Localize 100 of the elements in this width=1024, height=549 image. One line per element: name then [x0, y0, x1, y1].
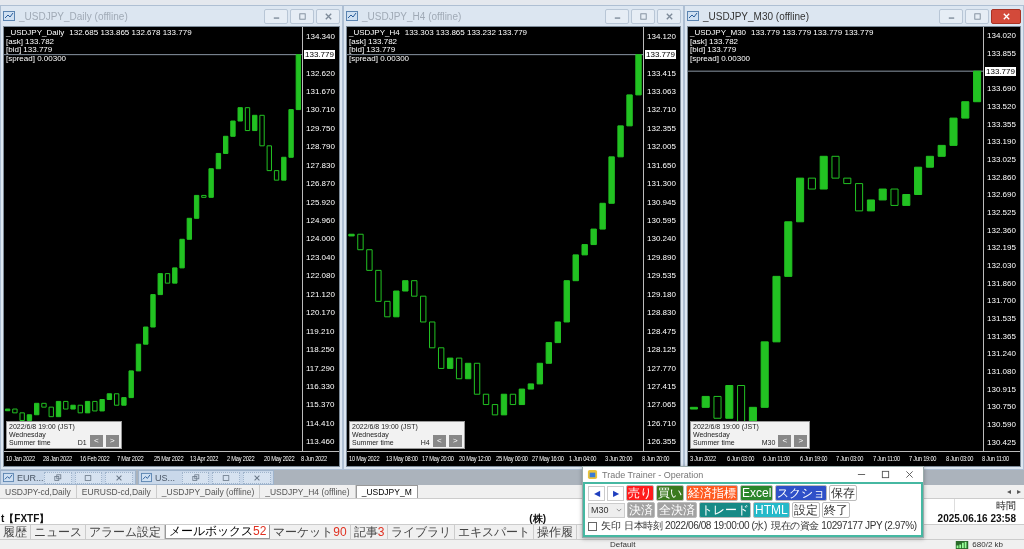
price-info: [spread] 0.00300 [349, 54, 410, 63]
price-label: 133.355 [987, 119, 1016, 129]
candle [713, 395, 722, 419]
close-button[interactable] [105, 471, 133, 484]
price-label: 126.710 [647, 418, 676, 428]
price-label: 130.595 [647, 216, 676, 226]
price-label: 127.065 [647, 400, 676, 410]
timeframe-dropdown[interactable]: M30 [588, 502, 625, 518]
candle [599, 202, 606, 230]
scroll-left-button[interactable]: ◂ [1004, 485, 1014, 498]
restore-icon [53, 473, 62, 482]
chart-icon [346, 10, 358, 22]
candle [411, 280, 418, 297]
close-button[interactable] [991, 8, 1021, 24]
candle [949, 117, 958, 146]
price-label: 124.960 [306, 216, 335, 226]
minimized-window[interactable]: US... [138, 470, 274, 485]
maximize-button[interactable] [631, 8, 655, 24]
candle [554, 321, 561, 344]
previous-button[interactable]: < [778, 435, 792, 447]
chart-tab[interactable]: EURUSD-cd,Daily [76, 485, 157, 498]
symbol-name: _USDJPY_M30 [690, 29, 747, 37]
candle [937, 144, 946, 157]
price-label: 121.120 [306, 289, 335, 299]
close-button[interactable] [657, 8, 681, 24]
price-label: 133.025 [987, 155, 1016, 164]
symbol-name: _USDJPY_H4 [349, 29, 400, 37]
chart-tab[interactable]: _USDJPY_Daily (offline) [156, 485, 261, 498]
price-label: 132.030 [987, 261, 1016, 270]
maximize-button[interactable] [965, 8, 989, 24]
action-button[interactable]: 設定 [791, 502, 820, 518]
scroll-right-button[interactable]: ▸ [1014, 485, 1024, 498]
maximize-button[interactable] [212, 471, 241, 484]
restore-button[interactable] [181, 471, 210, 484]
price-label: 131.240 [987, 349, 1016, 359]
candle [784, 221, 793, 277]
price-label: 132.690 [987, 190, 1016, 200]
price-label: 126.870 [306, 179, 335, 189]
price-label: 131.670 [306, 87, 335, 96]
candle [375, 269, 382, 302]
price-label: 117.290 [306, 363, 335, 373]
candle [725, 385, 734, 419]
candle [796, 177, 805, 223]
connection-bars-icon [955, 540, 970, 549]
price-label: 129.890 [647, 252, 676, 262]
price-info: [spread] 0.00300 [6, 54, 67, 63]
candle [357, 233, 364, 251]
chart-tab[interactable]: _USDJPY_M [355, 485, 418, 498]
candle [843, 177, 852, 185]
action-button[interactable]: Excel [740, 485, 774, 501]
maximize-button[interactable] [290, 8, 314, 24]
action-button[interactable]: 保存 [829, 485, 858, 501]
close-button[interactable] [316, 8, 340, 24]
candle [866, 199, 875, 212]
candle [581, 244, 588, 256]
action-button[interactable]: 終了 [821, 502, 850, 518]
candle [689, 406, 698, 410]
maximize-button[interactable] [74, 471, 103, 484]
next-button[interactable]: > [105, 435, 119, 447]
next-button[interactable]: ▶ [607, 485, 624, 501]
candle [925, 155, 934, 168]
current-price-label: 133.779 [304, 50, 335, 60]
price-label: 125.920 [306, 197, 335, 207]
close-button[interactable] [243, 471, 271, 484]
candle [572, 254, 579, 282]
next-button[interactable]: > [448, 435, 462, 447]
close-icon [115, 473, 124, 482]
candle [914, 166, 923, 195]
chart-tab[interactable]: USDJPY-cd,Daily [0, 485, 77, 498]
action-button[interactable]: 売り [626, 485, 654, 501]
price-label: 133.855 [987, 49, 1016, 58]
chart-tab[interactable]: _USDJPY_H4 (offline) [260, 485, 356, 498]
profile-label: Default [610, 540, 636, 549]
price-label: 128.125 [647, 345, 676, 355]
action-button[interactable]: トレード [699, 502, 751, 518]
close-icon [1001, 11, 1011, 21]
current-price-label: 133.779 [645, 50, 676, 60]
price-info: [bid] 133.779 [690, 46, 737, 54]
candle [878, 188, 887, 201]
previous-button[interactable]: ◀ [588, 485, 605, 501]
action-button[interactable]: スクショ [775, 485, 828, 501]
maximize-icon [638, 11, 648, 21]
candle [393, 290, 400, 318]
chart-icon [3, 472, 14, 483]
minimized-window[interactable]: EUR... [0, 470, 136, 485]
candle [563, 280, 570, 323]
next-button[interactable]: > [794, 435, 808, 447]
previous-button[interactable]: < [89, 435, 103, 447]
price-info: [bid] 133.779 [349, 46, 396, 54]
terminal-tab[interactable]: メールボックス52 [165, 525, 271, 539]
current-price-label: 133.779 [985, 66, 1016, 76]
action-button[interactable]: 買い [656, 485, 684, 501]
price-label: 130.590 [987, 420, 1016, 429]
previous-button[interactable]: < [432, 435, 446, 447]
price-label: 133.190 [987, 137, 1016, 147]
price-label: 130.915 [987, 384, 1016, 394]
price-label: 134.020 [987, 31, 1016, 41]
price-label: 134.120 [647, 31, 676, 41]
checkbox[interactable] [588, 521, 597, 531]
restore-button[interactable] [43, 471, 72, 484]
